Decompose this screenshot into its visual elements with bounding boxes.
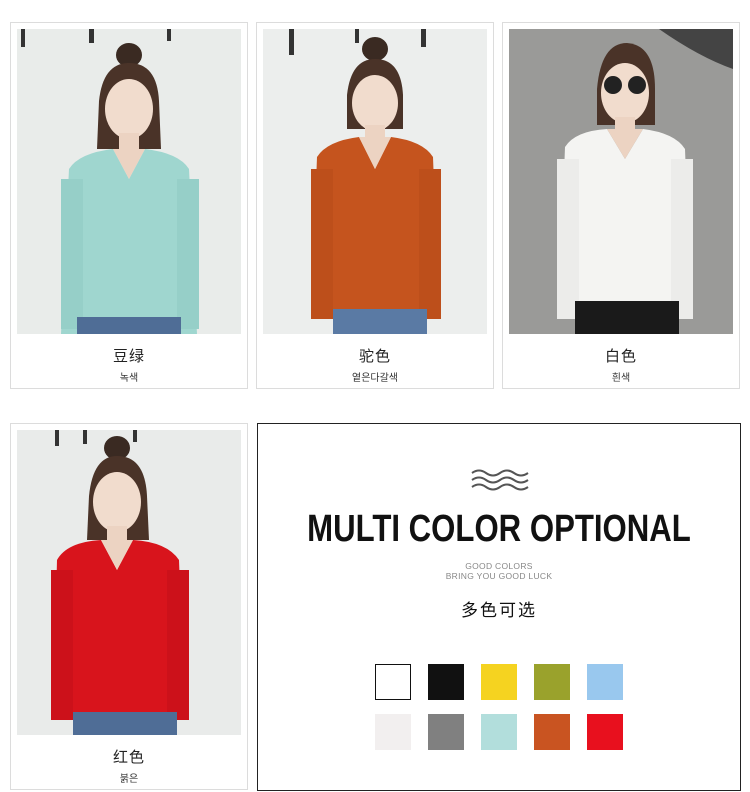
headline: MULTI COLOR OPTIONAL	[307, 508, 691, 550]
product-name-cn: 白色	[604, 347, 637, 365]
product-name-kr: 붉은	[119, 774, 139, 785]
color-swatch[interactable]	[428, 714, 464, 750]
color-swatch[interactable]	[428, 664, 464, 700]
color-swatch[interactable]	[587, 714, 623, 750]
product-card-red[interactable]: 红色 붉은	[10, 423, 248, 790]
product-card-camel[interactable]: 驼色 옅은다갈색	[256, 22, 494, 389]
product-name-kr: 옅은다갈색	[352, 373, 398, 384]
product-name-cn: 豆绿	[112, 347, 145, 365]
title-cn: 多色可选	[461, 601, 537, 621]
product-name-kr: 녹색	[119, 373, 139, 384]
product-photo-camel[interactable]	[263, 29, 487, 334]
product-name-cn: 驼色	[358, 347, 391, 365]
waves-icon	[471, 469, 529, 491]
color-swatch[interactable]	[375, 664, 411, 700]
product-photo-green[interactable]	[17, 29, 241, 334]
product-photo-red[interactable]	[17, 430, 241, 735]
product-card-white[interactable]: 白色 흰색	[502, 22, 740, 389]
color-swatch[interactable]	[534, 714, 570, 750]
product-name-kr: 흰색	[611, 373, 631, 384]
color-options-panel: MULTI COLOR OPTIONAL GOOD COLORS BRING Y…	[257, 423, 741, 791]
color-swatch[interactable]	[375, 714, 411, 750]
product-photo-white[interactable]	[509, 29, 733, 334]
subtitle-line-2: BRING YOU GOOD LUCK	[445, 571, 553, 581]
color-swatch[interactable]	[534, 664, 570, 700]
color-swatch[interactable]	[481, 714, 517, 750]
product-name-cn: 红色	[112, 748, 145, 766]
product-card-green[interactable]: 豆绿 녹색	[10, 22, 248, 389]
color-swatch[interactable]	[481, 664, 517, 700]
subtitle-line-1: GOOD COLORS	[465, 561, 533, 571]
color-swatch[interactable]	[587, 664, 623, 700]
